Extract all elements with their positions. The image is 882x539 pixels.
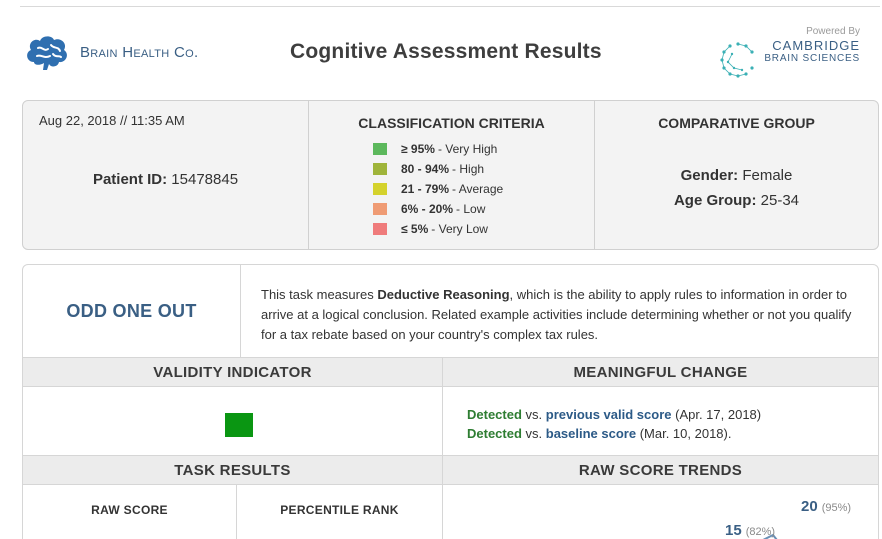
trend-point-label: 15 (82%) (725, 522, 775, 539)
validity-header-bar: VALIDITY INDICATOR MEANINGFUL CHANGE (23, 357, 878, 387)
report-header: Brain Health Co. Cognitive Assessment Re… (20, 20, 880, 90)
results-header: TASK RESULTS (23, 456, 443, 484)
trend-score: 15 (725, 522, 742, 539)
raw-score-label: RAW SCORE (23, 485, 237, 539)
gender-value: Female (742, 167, 793, 184)
percentile-label: PERCENTILE RANK (280, 503, 399, 517)
change-vs: vs. (521, 407, 546, 422)
results-columns: RAW SCORE PERCENTILE RANK (23, 485, 443, 539)
patient-id-value: 15478845 (171, 171, 239, 188)
criteria-range: ≤ 5% (401, 222, 429, 236)
change-status: Detected (467, 426, 522, 441)
comparative-title: COMPARATIVE GROUP (658, 115, 815, 131)
trend-score: 20 (801, 498, 818, 515)
task-card: ODD ONE OUT This task measures Deductive… (22, 264, 879, 539)
criteria-item: 6% - 20% - Low (373, 199, 594, 219)
brand: Brain Health Co. (24, 32, 198, 72)
criteria-legend: ≥ 95% - Very High 80 - 94% - High 21 - 79%… (373, 139, 594, 239)
page-title: Cognitive Assessment Results (290, 40, 602, 63)
validity-header: VALIDITY INDICATOR (23, 358, 443, 386)
results-row: RAW SCORE PERCENTILE RANK 15 (82%) 20 (95%) (23, 485, 878, 539)
criteria-column: CLASSIFICATION CRITERIA ≥ 95% - Very Hig… (309, 101, 595, 249)
patient-id-label: Patient ID: (92, 171, 168, 188)
partner-subtitle: BRAIN SCIENCES (764, 53, 860, 64)
top-divider (20, 6, 880, 7)
validity-indicator (225, 413, 253, 437)
task-name-cell: ODD ONE OUT (23, 265, 241, 357)
trend-chart-svg: 15 (82%) 20 (95%) (725, 498, 851, 539)
task-description: This task measures Deductive Reasoning, … (241, 265, 878, 357)
patient-column: Aug 22, 2018 // 11:35 AM Patient ID: 154… (23, 101, 309, 249)
validity-cell (23, 387, 443, 455)
patient-info-panel: Aug 22, 2018 // 11:35 AM Patient ID: 154… (22, 100, 879, 250)
brain-icon (27, 36, 67, 70)
partner-logo: Powered By CAMBRIDGE BRAIN SCIENCES (718, 26, 860, 80)
trend-percentile: (95%) (822, 502, 851, 514)
age-group-value: 25-34 (760, 192, 800, 209)
task-desc-skill: Deductive Reasoning (377, 287, 510, 302)
age-group: Age Group: 25-34 (595, 192, 878, 209)
task-desc-pre: This task measures (261, 287, 378, 302)
change-vs: vs. (521, 426, 546, 441)
criteria-label: - Very High (437, 142, 498, 156)
task-name: ODD ONE OUT (66, 300, 197, 321)
comparative-column: COMPARATIVE GROUP Gender: Female Age Gro… (595, 101, 878, 249)
criteria-swatch (373, 143, 387, 155)
criteria-label: - Very Low (431, 222, 488, 236)
results-header-bar: TASK RESULTS RAW SCORE TRENDS (23, 455, 878, 485)
change-date: (Mar. 10, 2018). (636, 426, 732, 441)
change-status: Detected (467, 407, 522, 422)
criteria-label: - Low (456, 202, 486, 216)
gender: Gender: Female (595, 167, 878, 184)
trend-percentile: (82%) (746, 526, 775, 538)
criteria-item: ≤ 5% - Very Low (373, 219, 594, 239)
change-line: Detected vs. baseline score (Mar. 10, 20… (467, 424, 878, 443)
criteria-range: ≥ 95% (401, 142, 435, 156)
criteria-range: 21 - 79% (401, 182, 450, 196)
validity-row: Detected vs. previous valid score (Apr. … (23, 387, 878, 455)
criteria-item: 80 - 94% - High (373, 159, 594, 179)
criteria-range: 6% - 20% (401, 202, 454, 216)
assessment-datetime: Aug 22, 2018 // 11:35 AM (39, 113, 185, 128)
raw-score-trend-chart: 15 (82%) 20 (95%) (443, 485, 878, 539)
criteria-swatch (373, 183, 387, 195)
change-reference[interactable]: previous valid score (546, 407, 672, 422)
patient-id: Patient ID: 15478845 (23, 171, 308, 188)
criteria-range: 80 - 94% (401, 162, 450, 176)
powered-by-label: Powered By (806, 26, 860, 37)
brand-name: Brain Health Co. (80, 43, 199, 61)
gender-label: Gender: (680, 167, 739, 184)
meaningful-change: Detected vs. previous valid score (Apr. … (443, 387, 878, 455)
criteria-label: - Average (452, 182, 504, 196)
age-group-label: Age Group: (673, 192, 757, 209)
criteria-swatch (373, 203, 387, 215)
criteria-swatch (373, 223, 387, 235)
criteria-item: ≥ 95% - Very High (373, 139, 594, 159)
trend-point-label: 20 (95%) (801, 498, 851, 515)
change-line: Detected vs. previous valid score (Apr. … (467, 405, 878, 424)
molecule-icon (720, 42, 754, 78)
partner-name: CAMBRIDGE (772, 38, 860, 53)
criteria-swatch (373, 163, 387, 175)
change-header: MEANINGFUL CHANGE (573, 363, 748, 381)
change-reference[interactable]: baseline score (546, 426, 636, 441)
change-date: (Apr. 17, 2018) (671, 407, 762, 422)
trends-header: RAW SCORE TRENDS (578, 461, 743, 479)
criteria-label: - High (452, 162, 485, 176)
task-row: ODD ONE OUT This task measures Deductive… (23, 265, 878, 357)
criteria-title: CLASSIFICATION CRITERIA (358, 115, 545, 131)
criteria-item: 21 - 79% - Average (373, 179, 594, 199)
